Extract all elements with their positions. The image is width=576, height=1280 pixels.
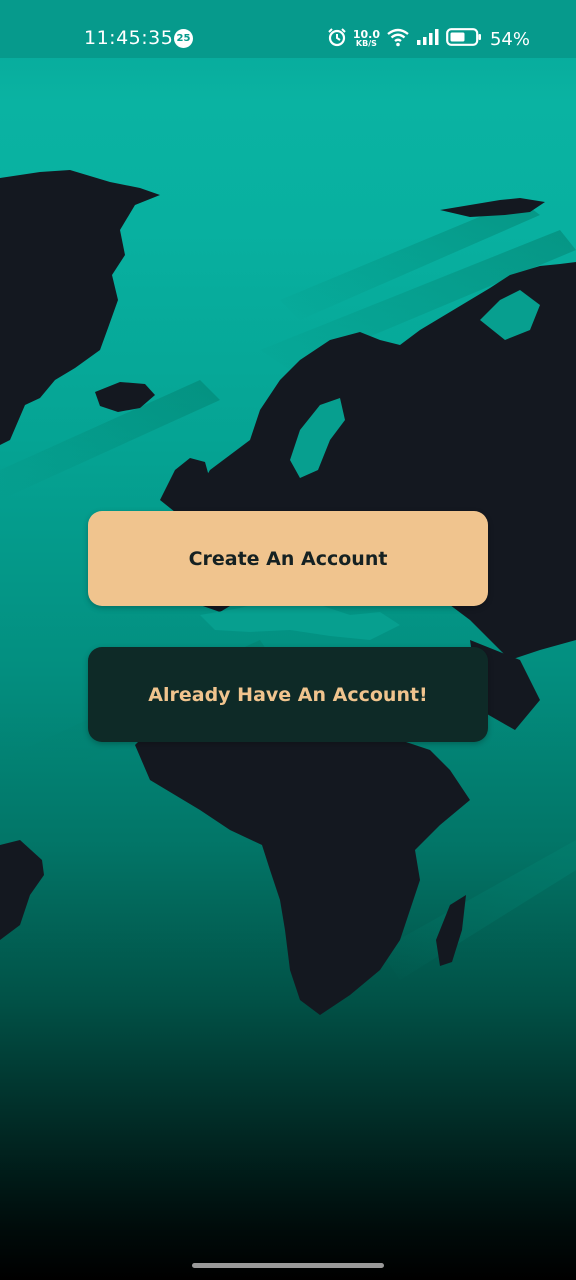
network-speed-value: 10.0 xyxy=(352,28,380,41)
south-america-shape xyxy=(0,840,44,940)
create-account-button[interactable]: Create An Account xyxy=(88,511,488,606)
network-speed: 10.0 KB/S xyxy=(352,28,380,48)
madagascar-shape xyxy=(436,895,466,966)
home-indicator[interactable] xyxy=(192,1263,384,1268)
alarm-icon xyxy=(327,27,347,51)
battery-percent: 54% xyxy=(489,28,530,50)
battery-icon xyxy=(446,28,482,50)
wifi-icon xyxy=(386,27,410,51)
network-speed-unit: KB/S xyxy=(355,39,377,48)
status-icons: 10.0 KB/S 54% xyxy=(327,26,530,52)
signal-icon xyxy=(416,28,440,50)
britain-shape xyxy=(160,458,222,518)
already-have-account-button[interactable]: Already Have An Account! xyxy=(88,647,488,742)
notification-badge: 25 xyxy=(174,29,193,48)
status-bar: 11:45:35 25 10.0 KB/S 54% xyxy=(0,0,576,58)
clock: 11:45:35 xyxy=(84,27,174,49)
